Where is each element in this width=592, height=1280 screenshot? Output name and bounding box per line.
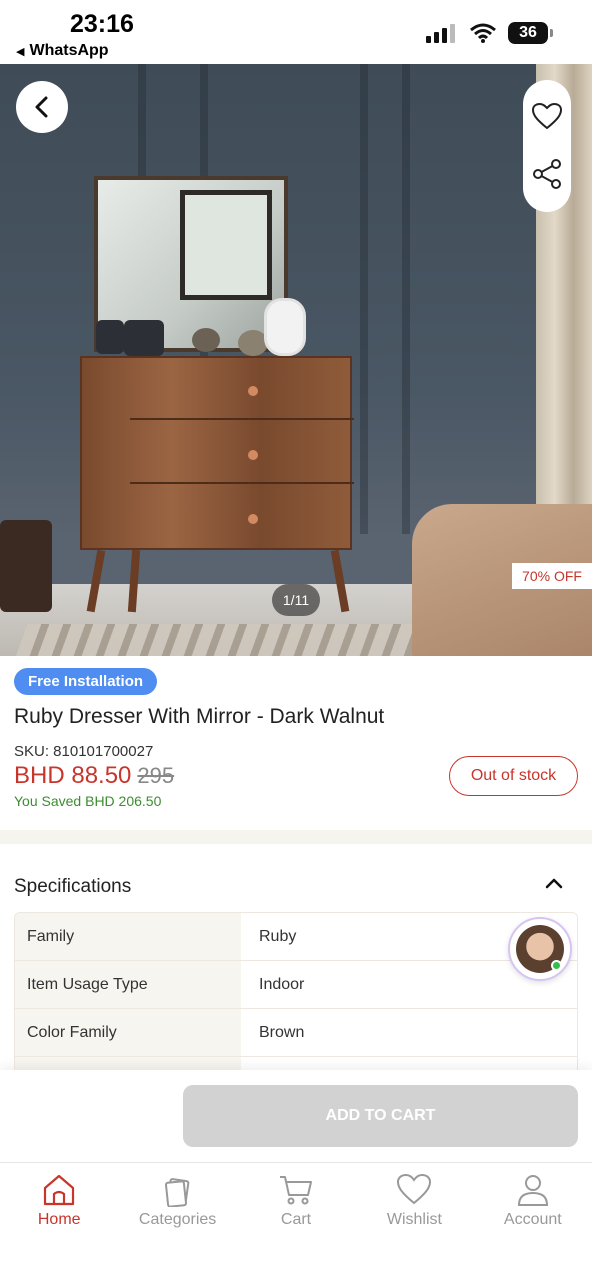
- chevron-up-icon[interactable]: [544, 876, 564, 890]
- add-to-cart-button[interactable]: ADD TO CART: [183, 1085, 578, 1147]
- image-counter: 1/11: [272, 584, 320, 616]
- tab-label: Home: [37, 1211, 81, 1228]
- tab-home[interactable]: Home: [0, 1163, 118, 1280]
- free-installation-badge: Free Installation: [14, 668, 158, 695]
- chevron-left-icon: [35, 96, 48, 118]
- decor-sphere: [192, 328, 220, 352]
- status-bar: 23:16 ◀ WhatsApp 36: [0, 0, 592, 64]
- basket: [0, 520, 52, 612]
- drawer-knob: [248, 450, 258, 460]
- online-status-dot: [551, 960, 562, 971]
- battery-indicator: 36: [508, 22, 553, 44]
- bottom-tab-bar: Home Categories Cart Wishlist Account: [0, 1162, 592, 1280]
- tab-label: Cart: [280, 1211, 312, 1228]
- status-time: 23:16: [70, 10, 134, 38]
- stock-status-button[interactable]: Out of stock: [449, 756, 578, 796]
- spec-key: Family: [15, 913, 241, 960]
- heart-icon: [397, 1173, 432, 1205]
- categories-icon: [164, 1178, 189, 1207]
- user-icon: [517, 1175, 548, 1206]
- drawer-knob: [248, 386, 258, 396]
- wifi-icon: [470, 23, 496, 43]
- spec-key: Color Family: [15, 1009, 241, 1056]
- back-to-app-link[interactable]: ◀ WhatsApp: [16, 42, 109, 60]
- mirror-reflection: [180, 190, 272, 300]
- purchase-bar: ADD TO CART: [0, 1070, 592, 1162]
- tab-label: Categories: [138, 1211, 217, 1228]
- status-icons: 36: [426, 22, 553, 44]
- wall-panel: [360, 64, 368, 534]
- elephant-figurine: [124, 320, 164, 356]
- elephant-figurine: [96, 320, 124, 354]
- spec-key: Item Usage Type: [15, 961, 241, 1008]
- rug: [12, 624, 448, 656]
- specifications-heading[interactable]: Specifications: [14, 876, 131, 898]
- spec-row: Family Ruby: [15, 913, 577, 961]
- dresser: [80, 356, 354, 550]
- section-divider: [0, 830, 592, 844]
- tab-cart[interactable]: Cart: [237, 1163, 355, 1280]
- chat-assistant-button[interactable]: [508, 917, 572, 981]
- product-sku: SKU: 810101700027: [14, 743, 154, 760]
- drawer-divider: [130, 418, 354, 420]
- drawer-knob: [248, 514, 258, 524]
- home-icon: [44, 1174, 75, 1206]
- discount-tag: 70% OFF: [512, 563, 592, 589]
- back-triangle-icon: ◀: [16, 45, 25, 58]
- photo-frame: [264, 298, 306, 356]
- signal-icon: [426, 24, 455, 43]
- savings-text: You Saved BHD 206.50: [14, 793, 162, 809]
- price-row: BHD 88.50 295: [14, 762, 174, 790]
- spec-row: Item Usage Type Indoor: [15, 961, 577, 1009]
- product-title: Ruby Dresser With Mirror - Dark Walnut: [14, 705, 385, 728]
- share-icon[interactable]: [532, 158, 562, 190]
- tab-label: Wishlist: [386, 1211, 442, 1228]
- tab-account[interactable]: Account: [474, 1163, 592, 1280]
- tab-categories[interactable]: Categories: [118, 1163, 236, 1280]
- back-app-label: WhatsApp: [29, 42, 109, 59]
- tab-label: Account: [503, 1211, 562, 1228]
- cart-icon: [280, 1176, 313, 1205]
- spec-value: Brown: [241, 1009, 577, 1056]
- spec-row: Color Family Brown: [15, 1009, 577, 1057]
- product-image-gallery[interactable]: 70% OFF 1/11: [0, 64, 592, 656]
- wall-panel: [402, 64, 410, 534]
- original-price: 295: [137, 763, 175, 788]
- heart-icon[interactable]: [531, 102, 563, 130]
- image-actions: [523, 80, 571, 212]
- tab-wishlist[interactable]: Wishlist: [355, 1163, 473, 1280]
- drawer-divider: [130, 482, 354, 484]
- back-button[interactable]: [16, 81, 68, 133]
- current-price: BHD 88.50: [14, 762, 132, 789]
